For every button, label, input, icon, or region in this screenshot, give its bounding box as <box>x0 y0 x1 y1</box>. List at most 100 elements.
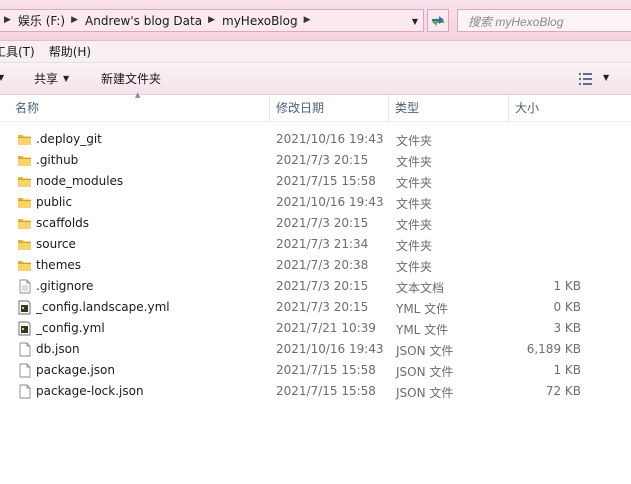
file-name: db.json <box>36 342 80 356</box>
share-button[interactable]: 共享 ▼ <box>34 70 69 87</box>
file-type: JSON 文件 <box>396 344 454 358</box>
column-header-size[interactable]: 大小 <box>510 95 590 122</box>
view-dropdown-icon[interactable]: ▼ <box>603 73 609 82</box>
file-date: 2021/7/3 20:15 <box>276 279 369 293</box>
file-icon <box>17 384 32 399</box>
file-name: package-lock.json <box>36 384 144 398</box>
refresh-button[interactable] <box>427 9 449 32</box>
file-date: 2021/7/3 20:38 <box>276 258 369 272</box>
file-type: JSON 文件 <box>396 365 454 379</box>
yml-file-icon <box>17 300 32 315</box>
folder-icon <box>17 237 32 252</box>
breadcrumb-arrow-icon[interactable]: ▶ <box>0 16 16 25</box>
file-row[interactable]: themes 2021/7/3 20:38 文件夹 <box>0 255 631 276</box>
address-history-dropdown-icon[interactable]: ▼ <box>409 14 421 28</box>
file-row[interactable]: source 2021/7/3 21:34 文件夹 <box>0 234 631 255</box>
file-size: 3 KB <box>553 321 581 335</box>
text-file-icon <box>17 279 32 294</box>
file-type: 文件夹 <box>396 218 433 232</box>
command-bar: ▼ 共享 ▼ 新建文件夹 ▼ <box>0 63 631 95</box>
file-row[interactable]: _config.yml 2021/7/21 10:39 YML 文件 3 KB <box>0 318 631 339</box>
refresh-icon <box>432 15 444 26</box>
breadcrumb-arrow-icon[interactable]: ▶ <box>300 16 316 25</box>
file-date: 2021/7/15 15:58 <box>276 363 376 377</box>
file-date: 2021/7/3 20:15 <box>276 300 369 314</box>
file-name: .github <box>36 153 79 167</box>
menu-tools[interactable]: 工具(T) <box>0 43 42 60</box>
file-name: node_modules <box>36 174 124 188</box>
file-size: 1 KB <box>553 279 581 293</box>
file-name: public <box>36 195 73 209</box>
folder-icon <box>17 195 32 210</box>
file-name: package.json <box>36 363 116 377</box>
file-type: YML 文件 <box>396 323 449 337</box>
breadcrumb[interactable]: ▶ 娱乐 (F:) ▶ Andrew's blog Data ▶ myHexoB… <box>0 9 424 32</box>
file-size: 1 KB <box>553 363 581 377</box>
view-options-icon[interactable] <box>578 72 594 86</box>
file-type: 文件夹 <box>396 134 433 148</box>
file-row[interactable]: public 2021/10/16 19:43 文件夹 <box>0 192 631 213</box>
file-date: 2021/10/16 19:43 <box>276 342 384 356</box>
file-type: 文本文档 <box>396 281 445 295</box>
organize-dropdown-icon[interactable]: ▼ <box>0 73 4 82</box>
file-name: source <box>36 237 76 251</box>
file-name: _config.landscape.yml <box>36 300 170 314</box>
file-type: 文件夹 <box>396 197 433 211</box>
file-icon <box>17 342 32 357</box>
file-date: 2021/7/3 21:34 <box>276 237 369 251</box>
breadcrumb-folder-blog-data[interactable]: Andrew's blog Data <box>83 14 204 28</box>
search-input[interactable] <box>457 9 631 32</box>
file-name: .deploy_git <box>36 132 102 146</box>
column-headers: ▲ 名称 修改日期 类型 大小 <box>0 91 631 122</box>
file-size: 72 KB <box>545 384 581 398</box>
file-date: 2021/10/16 19:43 <box>276 195 384 209</box>
folder-icon <box>17 174 32 189</box>
column-header-date[interactable]: 修改日期 <box>271 95 389 122</box>
file-row[interactable]: package.json 2021/7/15 15:58 JSON 文件 1 KB <box>0 360 631 381</box>
address-bar: ▶ 娱乐 (F:) ▶ Andrew's blog Data ▶ myHexoB… <box>0 0 631 41</box>
file-size: 6,189 KB <box>526 342 581 356</box>
file-date: 2021/7/3 20:15 <box>276 216 369 230</box>
file-row[interactable]: package-lock.json 2021/7/15 15:58 JSON 文件 7… <box>0 381 631 402</box>
breadcrumb-arrow-icon[interactable]: ▶ <box>204 16 220 25</box>
file-type: 文件夹 <box>396 239 433 253</box>
column-header-type[interactable]: 类型 <box>390 95 509 122</box>
file-date: 2021/7/15 15:58 <box>276 384 376 398</box>
file-type: YML 文件 <box>396 302 449 316</box>
file-name: themes <box>36 258 82 272</box>
file-type: 文件夹 <box>396 176 433 190</box>
file-type: 文件夹 <box>396 155 433 169</box>
file-date: 2021/7/15 15:58 <box>276 174 376 188</box>
breadcrumb-folder-myhexoblog[interactable]: myHexoBlog <box>220 14 300 28</box>
file-name: scaffolds <box>36 216 90 230</box>
file-date: 2021/7/3 20:15 <box>276 153 369 167</box>
file-row[interactable]: .gitignore 2021/7/3 20:15 文本文档 1 KB <box>0 276 631 297</box>
menu-help[interactable]: 帮助(H) <box>42 43 98 60</box>
file-name: _config.yml <box>36 321 105 335</box>
file-row[interactable]: .github 2021/7/3 20:15 文件夹 <box>0 150 631 171</box>
file-row[interactable]: db.json 2021/10/16 19:43 JSON 文件 6,189 KB <box>0 339 631 360</box>
file-type: JSON 文件 <box>396 386 454 400</box>
file-type: 文件夹 <box>396 260 433 274</box>
chevron-down-icon: ▼ <box>63 74 70 83</box>
file-row[interactable]: node_modules 2021/7/15 15:58 文件夹 <box>0 171 631 192</box>
menu-bar: 工具(T) 帮助(H) <box>0 41 631 63</box>
column-header-name[interactable]: 名称 <box>10 95 270 122</box>
file-row[interactable]: scaffolds 2021/7/3 20:15 文件夹 <box>0 213 631 234</box>
file-row[interactable]: .deploy_git 2021/10/16 19:43 文件夹 <box>0 129 631 150</box>
file-name: .gitignore <box>36 279 94 293</box>
folder-icon <box>17 132 32 147</box>
new-folder-button[interactable]: 新建文件夹 <box>101 70 161 87</box>
share-label: 共享 <box>34 72 59 86</box>
new-folder-label: 新建文件夹 <box>101 72 162 86</box>
file-size: 0 KB <box>553 300 581 314</box>
folder-icon <box>17 258 32 273</box>
file-date: 2021/7/21 10:39 <box>276 321 376 335</box>
yml-file-icon <box>17 321 32 336</box>
file-list: .deploy_git 2021/10/16 19:43 文件夹 .github 202… <box>0 129 631 402</box>
file-row[interactable]: _config.landscape.yml 2021/7/3 20:15 YML 文… <box>0 297 631 318</box>
breadcrumb-drive[interactable]: 娱乐 (F:) <box>16 12 67 29</box>
breadcrumb-arrow-icon[interactable]: ▶ <box>67 16 83 25</box>
file-date: 2021/10/16 19:43 <box>276 132 384 146</box>
folder-icon <box>17 153 32 168</box>
